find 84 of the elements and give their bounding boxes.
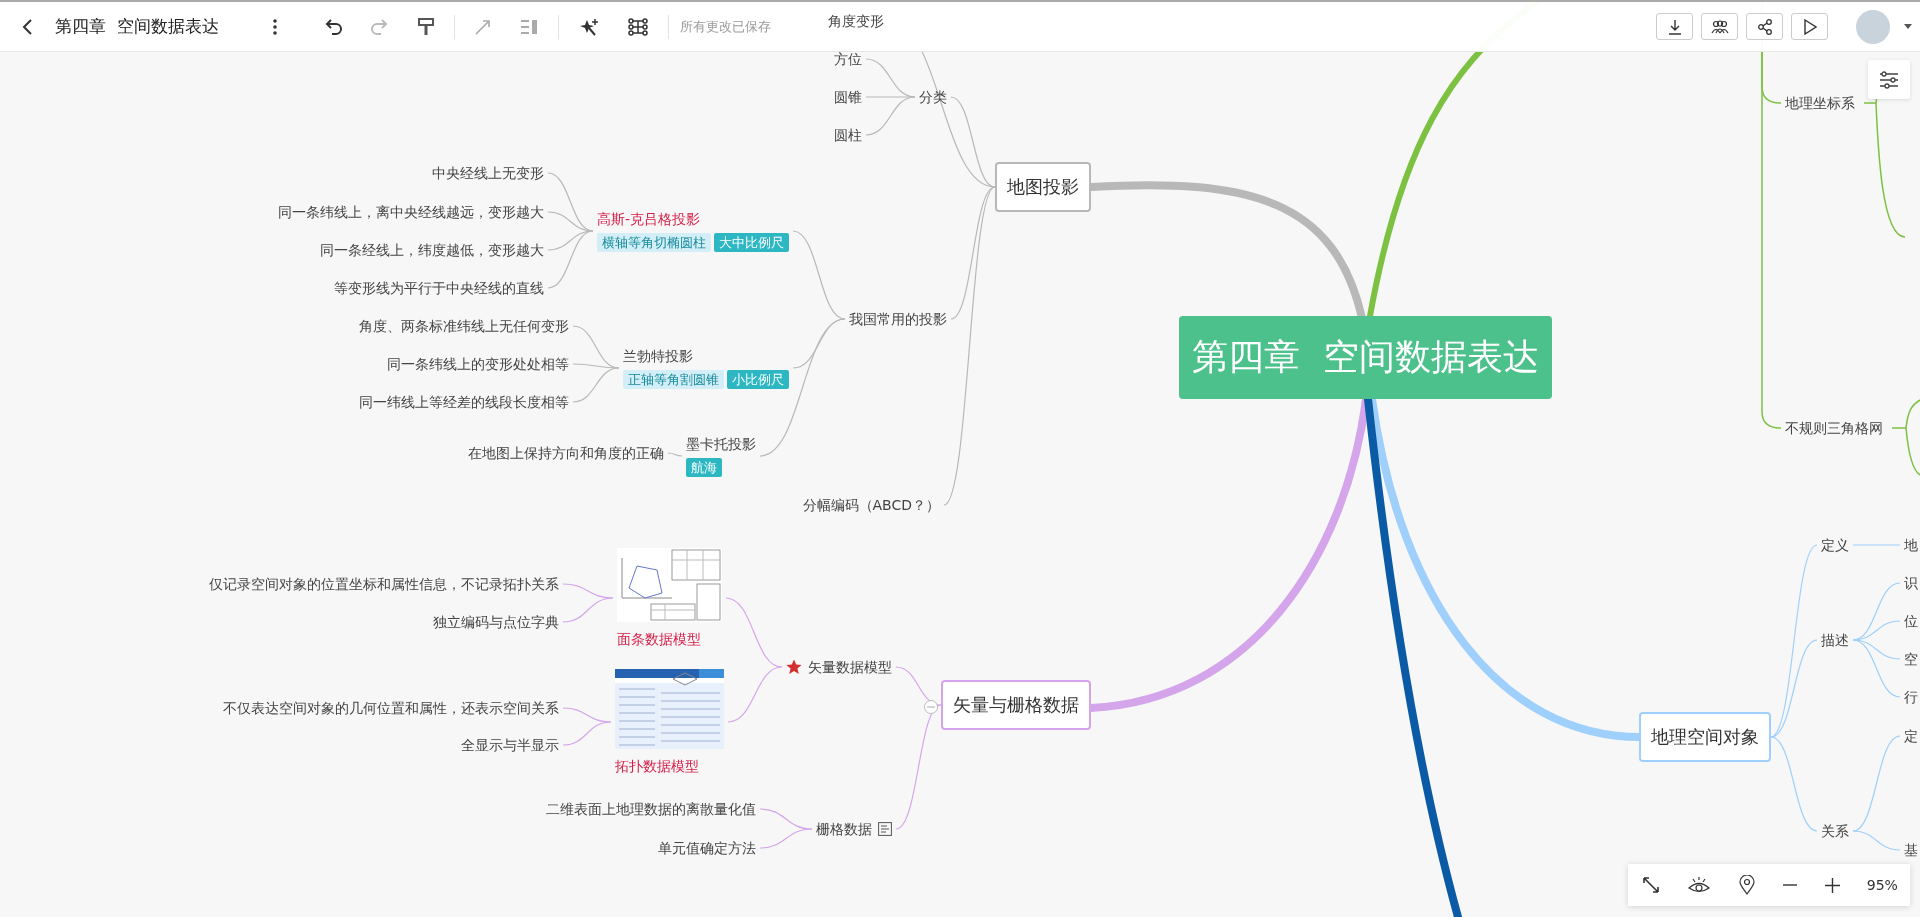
settings-sliders-icon: [1879, 70, 1899, 89]
topic-label[interactable]: 同一纬线上等经差的线段长度相等: [359, 393, 569, 411]
topic-label[interactable]: 高斯-克吕格投影: [597, 210, 701, 228]
connector-line: [727, 666, 783, 723]
topic-label[interactable]: 二维表面上地理数据的离散量化值: [546, 800, 756, 818]
topic-box[interactable]: 地理空间对象: [1639, 712, 1771, 762]
download-button[interactable]: [1656, 13, 1693, 40]
share-button[interactable]: [1746, 13, 1783, 40]
paint-roller-icon: [416, 16, 435, 37]
locate-button[interactable]: [1736, 873, 1757, 897]
topic-label[interactable]: 栅格数据: [816, 820, 872, 838]
connector-line: [725, 597, 783, 668]
topic-box[interactable]: 地图投影: [995, 162, 1091, 212]
play-icon: [1802, 18, 1817, 35]
zoom-level: 95%: [1866, 877, 1898, 893]
download-icon: [1666, 18, 1683, 35]
topic-label[interactable]: 方位: [834, 50, 862, 68]
topic-label[interactable]: 同一条纬线上，离中央经线越远，变形越大: [278, 203, 544, 221]
topic-label[interactable]: 圆锥: [834, 88, 862, 106]
note-icon[interactable]: [878, 822, 892, 836]
structure-icon: [626, 17, 649, 36]
arrow-icon: [473, 17, 492, 36]
topic-tag: 小比例尺: [727, 370, 789, 389]
summary-icon: [518, 17, 539, 36]
topic-label[interactable]: 分幅编码（ABCD？）: [802, 496, 940, 514]
eye-icon: [1688, 876, 1711, 894]
expand-arrows-icon: [1642, 876, 1661, 894]
topic-label[interactable]: 不仅表达空间对象的几何位置和属性，还表示空间关系: [223, 699, 559, 717]
topic-label[interactable]: 分类: [919, 88, 947, 106]
document-title: 第四章 空间数据表达: [55, 15, 219, 38]
share-icon: [1756, 18, 1773, 35]
topic-label[interactable]: 描述: [1821, 631, 1849, 649]
topic-label[interactable]: 圆柱: [834, 126, 862, 144]
topic-label[interactable]: 单元值确定方法: [658, 839, 756, 857]
topic-tag: 正轴等角割圆锥: [623, 370, 724, 389]
topic-label[interactable]: 矢量数据模型: [808, 658, 892, 676]
topic-label[interactable]: 定: [1904, 727, 1918, 745]
save-status: 所有更改已保存: [679, 17, 771, 36]
topic-label[interactable]: 同一条经线上，纬度越低，变形越大: [320, 241, 544, 259]
collaborate-button[interactable]: [1701, 13, 1738, 40]
topic-label[interactable]: 我国常用的投影: [849, 310, 947, 328]
topic-label[interactable]: 独立编码与点位字典: [433, 613, 559, 631]
topic-label[interactable]: 位: [1904, 612, 1918, 630]
topic-label[interactable]: 等变形线为平行于中央经线的直线: [334, 279, 544, 297]
minus-icon: [927, 706, 935, 708]
topic-label[interactable]: 在地图上保持方向和角度的正确: [468, 444, 664, 462]
topic-label[interactable]: 仅记录空间对象的位置坐标和属性信息，不记录拓扑关系: [209, 575, 559, 593]
topic-tag: 航海: [686, 458, 722, 477]
topic-label[interactable]: 同一条纬线上的变形处处相等: [387, 355, 569, 373]
topic-tag: 横轴等角切椭圆柱: [597, 233, 711, 252]
people-icon: [1710, 19, 1729, 34]
topic-label[interactable]: 拓扑数据模型: [615, 757, 699, 775]
pin-icon: [1738, 875, 1755, 895]
topic-label[interactable]: 识: [1904, 574, 1918, 592]
topic-label[interactable]: 不规则三角格网: [1785, 419, 1883, 437]
topic-label[interactable]: 地: [1904, 536, 1918, 554]
topic-label[interactable]: 空: [1904, 650, 1918, 668]
topic-label[interactable]: 地理坐标系: [1785, 94, 1855, 112]
topic-label[interactable]: 行: [1904, 688, 1918, 706]
redo-icon: [369, 17, 390, 36]
topic-label[interactable]: 面条数据模型: [617, 630, 701, 648]
zoom-in-button[interactable]: [1823, 875, 1843, 895]
topic-tag: 大中比例尺: [714, 233, 789, 252]
topic-label[interactable]: 兰勃特投影: [623, 347, 693, 365]
connector-line: [667, 452, 683, 457]
topic-label[interactable]: 角度、两条标准纬线上无任何变形: [359, 317, 569, 335]
caret-icon[interactable]: [1904, 24, 1912, 29]
topic-label[interactable]: 角度变形: [828, 12, 884, 30]
topic-label[interactable]: 定义: [1821, 536, 1849, 554]
present-button[interactable]: [1791, 13, 1828, 40]
zoom-out-button[interactable]: [1781, 882, 1800, 888]
settings-button[interactable]: [1868, 60, 1910, 99]
star-icon: [786, 659, 802, 675]
topic-label[interactable]: 基: [1904, 841, 1918, 859]
connector-line: [1852, 544, 1901, 546]
topic-label[interactable]: 关系: [1821, 822, 1849, 840]
topic-label[interactable]: 全显示与半显示: [461, 736, 559, 754]
topic-label[interactable]: 墨卡托投影: [686, 435, 756, 453]
topic-label[interactable]: 中央经线上无变形: [432, 164, 544, 182]
more-icon: [271, 17, 278, 36]
plus-icon: [1825, 877, 1841, 893]
topic-box[interactable]: 矢量与栅格数据: [941, 680, 1091, 730]
connector-line: [759, 828, 813, 849]
minus-icon: [1783, 884, 1798, 886]
